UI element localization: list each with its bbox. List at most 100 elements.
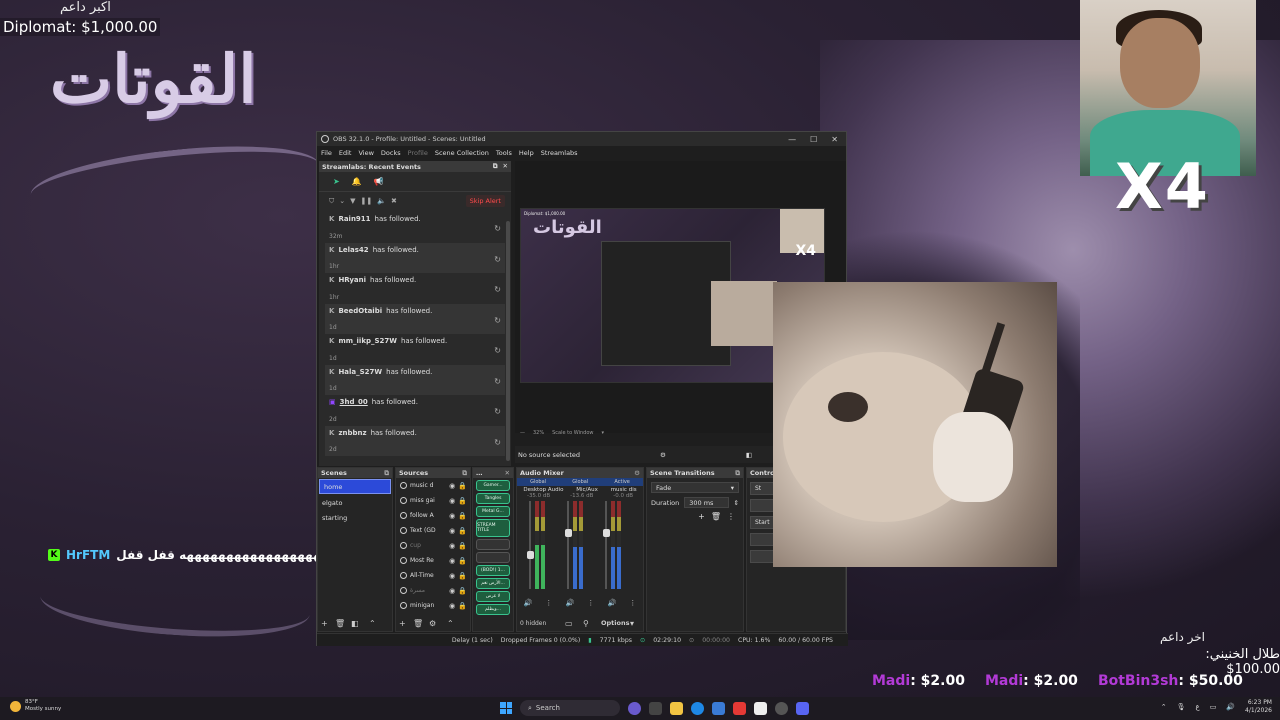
transition-select[interactable]: Fade ▾ — [651, 482, 739, 493]
scene-item[interactable]: elgato — [318, 495, 392, 510]
close-icon[interactable]: ✕ — [505, 469, 510, 477]
source-item[interactable]: cup ◉ 🔒 — [396, 538, 470, 553]
speaker-icon[interactable]: 🔊 — [608, 599, 617, 607]
gear-icon[interactable]: ⚙ — [634, 469, 640, 477]
source-item[interactable]: Text (GD ◉ 🔒 — [396, 523, 470, 538]
shield-icon[interactable]: ⛉ — [329, 197, 334, 206]
speaker-icon[interactable]: 🔊 — [566, 599, 575, 607]
undock-icon[interactable]: ⧉ — [384, 469, 389, 478]
source-item[interactable]: follow A ◉ 🔒 — [396, 508, 470, 523]
lock-icon[interactable]: 🔒 — [458, 512, 467, 520]
replay-icon[interactable]: ↻ — [494, 346, 501, 355]
volume-icon[interactable]: 🔊 — [1226, 703, 1235, 711]
eye-icon[interactable]: ◉ — [449, 527, 455, 535]
source-item[interactable]: مسرة ◉ 🔒 — [396, 583, 470, 598]
source-item[interactable]: music d ◉ 🔒 — [396, 478, 470, 493]
eye-icon[interactable]: ◉ — [449, 587, 455, 595]
scale-mode-select[interactable]: Scale to Window — [552, 430, 593, 436]
layout-icon[interactable]: ▭ — [565, 619, 573, 628]
lock-icon[interactable]: 🔒 — [458, 572, 467, 580]
menu-edit[interactable]: Edit — [339, 149, 352, 157]
undock-icon[interactable]: ⧉ — [462, 469, 467, 478]
volume-fader-track[interactable] — [567, 501, 569, 589]
replay-icon[interactable]: ↻ — [494, 224, 501, 233]
eye-icon[interactable]: ◉ — [449, 602, 455, 610]
replay-icon[interactable]: ↻ — [494, 255, 501, 264]
add-scene-icon[interactable]: + — [321, 619, 328, 628]
skip-alert-button[interactable]: Skip Alert — [465, 195, 505, 207]
mute-icon[interactable]: ✖ — [391, 197, 397, 205]
lock-icon[interactable]: 🔒 — [458, 527, 467, 535]
language-indicator[interactable]: ع — [1196, 703, 1200, 711]
add-icon[interactable]: + — [698, 512, 705, 521]
menu-scene-collection[interactable]: Scene Collection — [435, 149, 489, 157]
mixer-tab[interactable]: Active — [614, 479, 629, 485]
scrollbar[interactable] — [506, 221, 510, 461]
close-icon[interactable]: ✕ — [503, 162, 508, 171]
volume-fader-knob[interactable] — [564, 529, 572, 537]
menu-docks[interactable]: Docks — [381, 149, 401, 157]
pause-icon[interactable]: ❚❚ — [361, 197, 373, 205]
chevron-down-icon[interactable]: ⌄ — [339, 197, 345, 205]
task-view-icon[interactable] — [649, 701, 662, 715]
replay-icon[interactable]: ↻ — [494, 407, 501, 416]
chat-chip[interactable]: لا غرض — [476, 591, 510, 602]
trash-icon[interactable]: 🗑 — [335, 619, 345, 628]
menu-profile[interactable]: Profile — [408, 149, 428, 157]
eye-icon[interactable]: ◉ — [449, 497, 455, 505]
menu-help[interactable]: Help — [519, 149, 534, 157]
chevron-down-icon[interactable]: ▾ — [602, 430, 605, 436]
eye-icon[interactable]: ◉ — [449, 512, 455, 520]
eye-icon[interactable]: ◉ — [449, 542, 455, 550]
replay-icon[interactable]: ↻ — [494, 438, 501, 447]
chat-chip[interactable] — [476, 539, 510, 550]
menu-streamlabs[interactable]: Streamlabs — [541, 149, 578, 157]
chat-chip[interactable]: STREAM TITLE — [476, 519, 510, 537]
replay-icon[interactable]: ↻ — [494, 377, 501, 386]
notepad-icon[interactable] — [754, 701, 767, 715]
gear-icon[interactable]: ⋮ — [587, 599, 594, 607]
move-up-icon[interactable]: ⌃ — [369, 619, 376, 628]
stepper-icon[interactable]: ⇕ — [734, 499, 739, 507]
chat-chip[interactable]: Gamer... — [476, 480, 510, 491]
replay-icon[interactable]: ↻ — [494, 316, 501, 325]
mic-icon[interactable]: 🎙 — [1177, 703, 1186, 711]
speaker-icon[interactable]: 🔊 — [524, 599, 533, 607]
source-item[interactable]: minigan ◉ 🔒 — [396, 598, 470, 613]
panel-menu-icon[interactable]: … — [476, 469, 483, 477]
gear-icon[interactable]: ⚙ — [660, 451, 666, 459]
send-icon[interactable]: ➤ — [333, 177, 340, 186]
eye-icon[interactable]: ◉ — [449, 557, 455, 565]
volume-icon[interactable]: 🔈 — [377, 197, 386, 205]
megaphone-icon[interactable]: 📢 — [374, 177, 384, 186]
chat-chip[interactable] — [476, 552, 510, 563]
duration-input[interactable]: 300 ms — [684, 497, 729, 508]
lock-icon[interactable]: 🔒 — [458, 542, 467, 550]
eye-icon[interactable]: ◉ — [449, 572, 455, 580]
add-source-icon[interactable]: + — [399, 619, 406, 628]
chat-chip[interactable]: Metal G... — [476, 506, 510, 517]
mixer-tab[interactable]: Global — [530, 479, 546, 485]
undock-icon[interactable]: ⧉ — [493, 162, 498, 171]
lock-icon[interactable]: 🔒 — [458, 587, 467, 595]
chat-chip[interactable]: الأرض نغم... — [476, 578, 510, 589]
chevron-up-icon[interactable]: ⌃ — [1161, 703, 1167, 711]
menu-view[interactable]: View — [358, 149, 373, 157]
volume-fader-knob[interactable] — [602, 529, 610, 537]
store-icon[interactable] — [712, 701, 725, 715]
link-icon[interactable]: ⚲ — [583, 619, 589, 628]
brave-icon[interactable] — [733, 701, 746, 715]
eye-icon[interactable]: ◉ — [449, 482, 455, 490]
clock[interactable]: 6:23 PM 4/1/2026 — [1245, 699, 1272, 715]
mixer-tab[interactable]: Global — [572, 479, 588, 485]
close-icon[interactable]: ✕ — [831, 135, 838, 144]
filters-icon[interactable]: ◧ — [351, 619, 359, 628]
volume-fader-track[interactable] — [605, 501, 607, 589]
trash-icon[interactable]: 🗑 — [711, 512, 721, 521]
volume-fader-knob[interactable] — [526, 551, 534, 559]
zoom-out-icon[interactable]: — — [520, 430, 525, 436]
filters-icon[interactable]: ◧ — [746, 451, 752, 459]
windows-start-icon[interactable] — [500, 702, 512, 714]
taskbar-search[interactable]: ⌕ Search — [520, 700, 620, 716]
minimize-icon[interactable]: — — [788, 135, 796, 144]
